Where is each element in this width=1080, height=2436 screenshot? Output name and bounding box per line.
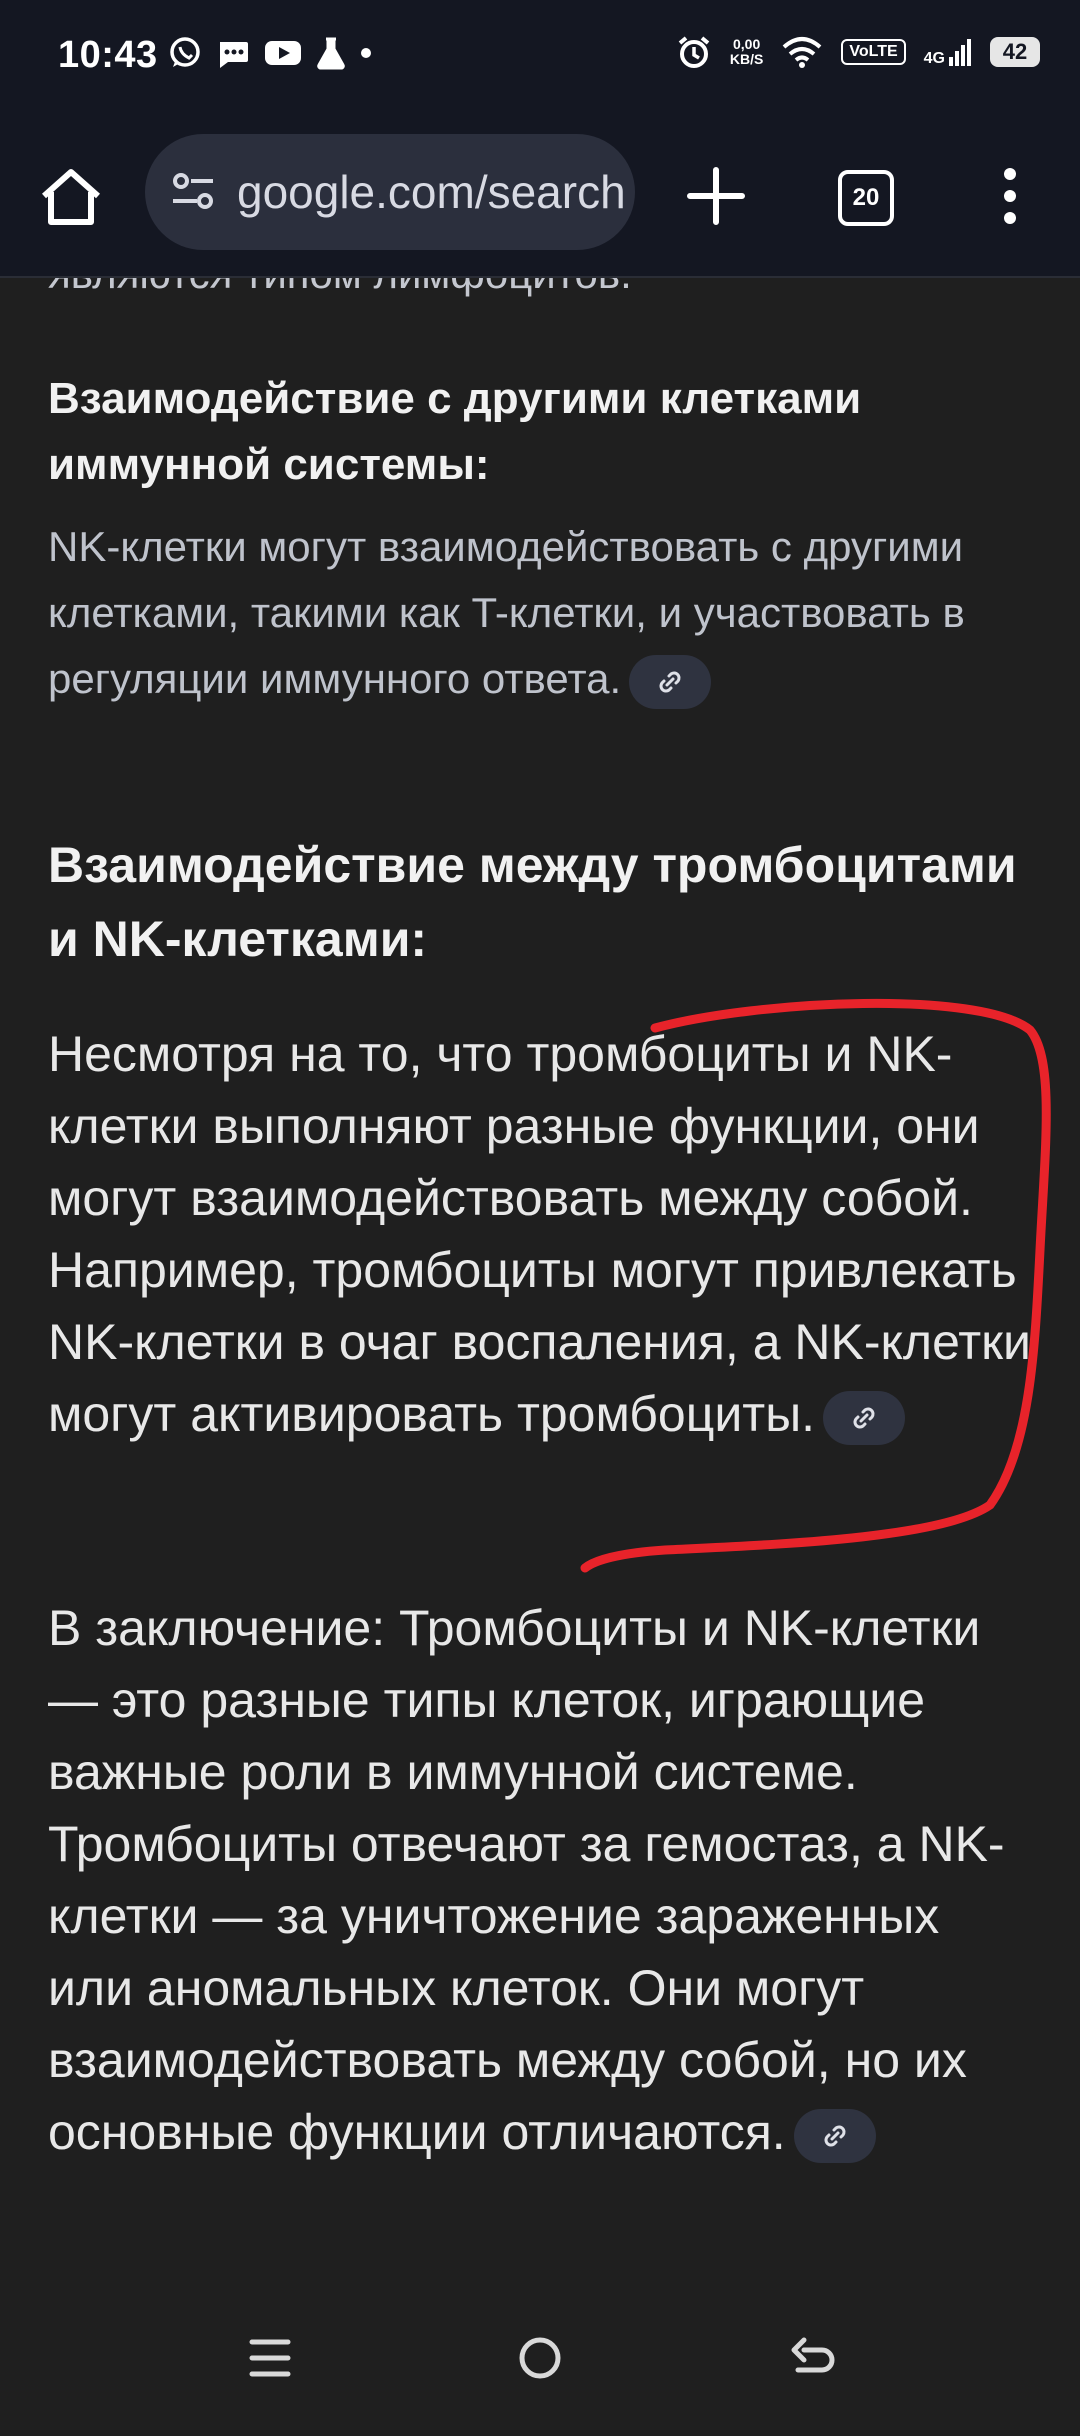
- home-circle-icon[interactable]: [510, 2328, 570, 2388]
- alarm-icon: [678, 36, 710, 68]
- more-vert-icon[interactable]: [990, 160, 1030, 232]
- volte-badge: VoLTE: [841, 39, 906, 65]
- link-icon: [824, 2125, 846, 2147]
- source-link-button[interactable]: [629, 654, 712, 709]
- net-speed: 0,00 KB/S: [730, 37, 763, 67]
- browser-toolbar: google.com/search 20: [0, 116, 1080, 278]
- paragraph-1: Несмотря на то, что тромбоциты и NK-клет…: [48, 1018, 1038, 1450]
- signal-group: 4G: [924, 37, 972, 67]
- system-nav-bar: [0, 2276, 1080, 2436]
- clipped-line: являются типом лимфоцитов.: [48, 278, 1038, 298]
- source-link-button[interactable]: [793, 2108, 876, 2163]
- link-icon: [659, 671, 681, 693]
- back-icon[interactable]: [782, 2328, 842, 2388]
- subheading-text-body: NK-клетки могут взаимодействовать с друг…: [48, 523, 965, 702]
- system-icons: 0,00 KB/S VoLTE 4G 42: [676, 34, 1040, 70]
- messages-icon: [220, 42, 248, 68]
- flask-icon: [317, 37, 345, 70]
- status-time: 10:43: [58, 34, 158, 76]
- signal-icon: [949, 39, 971, 66]
- tabs-icon[interactable]: 20: [838, 170, 894, 226]
- whatsapp-icon: [170, 37, 200, 67]
- wifi-icon: [783, 37, 822, 68]
- search-result-content: являются типом лимфоцитов. Взаимодействи…: [0, 278, 1080, 2278]
- notification-icons: [168, 36, 372, 70]
- recents-icon[interactable]: [240, 2328, 300, 2388]
- network-type: 4G: [923, 50, 945, 67]
- section-heading: Взаимодействие между тромбоцитами и NK-к…: [48, 837, 1017, 967]
- net-speed-value: 0,00: [733, 36, 761, 52]
- paragraph-2: В заключение: Тромбоциты и NK-клетки — э…: [48, 1592, 1038, 2168]
- url-text[interactable]: google.com/search: [237, 165, 626, 219]
- subheading-text: NK-клетки могут взаимодействовать с друг…: [48, 514, 1038, 712]
- battery-indicator: 42: [990, 37, 1040, 67]
- subheading: Взаимодействие с другими клетками иммунн…: [48, 374, 862, 489]
- status-bar: 10:43 0,00 KB/S VoLTE 4G 42: [0, 0, 1080, 116]
- paragraph-1-text: Несмотря на то, что тромбоциты и NK-клет…: [48, 1026, 1031, 1442]
- site-settings-icon[interactable]: [167, 165, 221, 219]
- dot-icon: [361, 48, 371, 58]
- home-icon[interactable]: [36, 162, 106, 232]
- youtube-icon: [265, 41, 301, 65]
- url-bar[interactable]: google.com/search: [145, 134, 635, 250]
- link-icon: [853, 1407, 875, 1429]
- net-speed-unit: KB/S: [729, 51, 764, 67]
- source-link-button[interactable]: [823, 1390, 906, 1445]
- plus-icon[interactable]: [680, 160, 752, 232]
- paragraph-2-text: В заключение: Тромбоциты и NK-клетки — э…: [48, 1600, 1005, 2160]
